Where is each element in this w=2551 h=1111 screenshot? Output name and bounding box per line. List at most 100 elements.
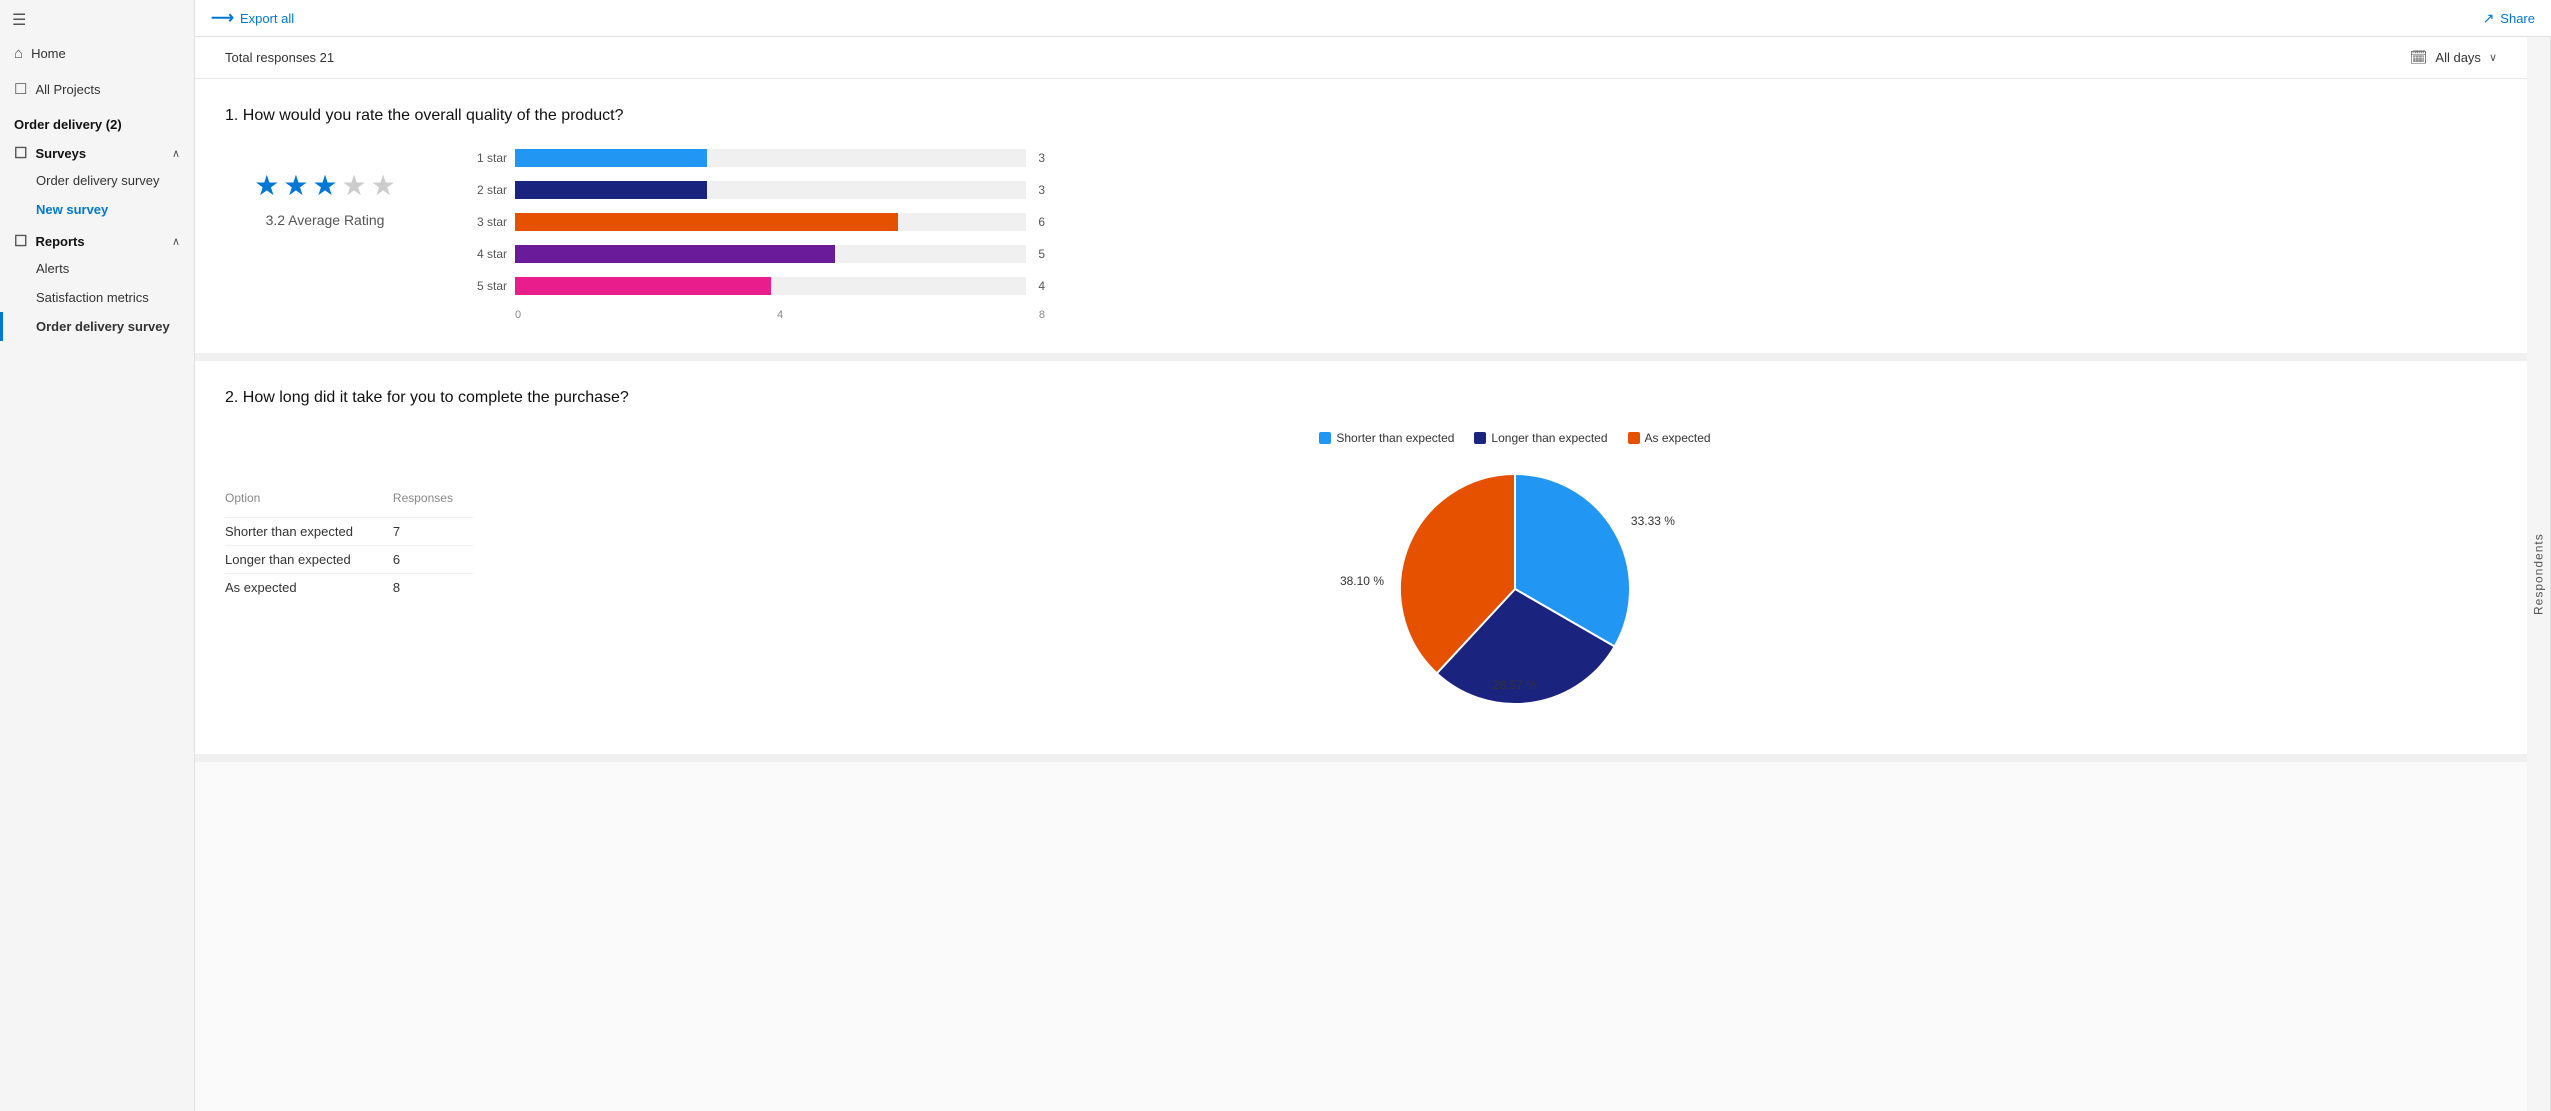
- bar-value: 3: [1038, 183, 1045, 197]
- avg-rating: 3.2 Average Rating: [266, 212, 385, 228]
- content-scroll: Total responses 21 🗓 All days ∨ 1. How w…: [195, 37, 2527, 1111]
- axis-ticks: 0 4 8: [515, 309, 1045, 321]
- rating-section: ★ ★ ★ ★ ★ 3.2 Average Rating: [225, 149, 425, 228]
- bar-label: 2 star: [465, 183, 507, 197]
- pie-row-shorter-option: Shorter than expected: [225, 524, 353, 539]
- sidebar-item-order-delivery-survey-report[interactable]: Order delivery survey: [0, 312, 194, 341]
- sidebar-item-order-delivery-survey-report-label: Order delivery survey: [36, 319, 170, 334]
- bar-fill: [515, 245, 835, 263]
- question-1-block: 1. How would you rate the overall qualit…: [195, 79, 2527, 361]
- sidebar-item-all-projects-label: All Projects: [35, 82, 100, 97]
- pie-row-longer-option: Longer than expected: [225, 552, 353, 567]
- bar-label: 4 star: [465, 247, 507, 261]
- bar-value: 6: [1038, 215, 1045, 229]
- surveys-group-header[interactable]: ☐ Surveys ∧: [0, 136, 194, 166]
- main: ⟶ Export all ↗ Share Total responses 21 …: [195, 0, 2551, 1111]
- bar-chart-container: 1 star 3 2 star 3 3 star 6 4 star 5 5 star 4: [465, 149, 1045, 295]
- calendar-icon: 🗓: [2410, 49, 2428, 66]
- respondents-bar[interactable]: Respondents: [2527, 37, 2551, 1111]
- bar-fill: [515, 181, 707, 199]
- bar-fill: [515, 213, 898, 231]
- bar-row: 1 star 3: [465, 149, 1045, 167]
- pie-col-responses: Responses: [393, 491, 473, 505]
- stars-display: ★ ★ ★ ★ ★: [254, 169, 396, 202]
- bar-value: 5: [1038, 247, 1045, 261]
- sidebar-item-alerts[interactable]: Alerts: [0, 254, 194, 283]
- legend-shorter-label: Shorter than expected: [1336, 431, 1454, 445]
- bar-value: 3: [1038, 151, 1045, 165]
- bar-chart-section: 1 star 3 2 star 3 3 star 6 4 star 5 5 star 4 0 4 …: [465, 149, 1045, 321]
- bar-label: 5 star: [465, 279, 507, 293]
- bar-value: 4: [1038, 279, 1045, 293]
- bar-row: 5 star 4: [465, 277, 1045, 295]
- sidebar-item-new-survey[interactable]: New survey: [0, 195, 194, 224]
- home-icon: ⌂: [14, 45, 23, 62]
- pie-row-as-expected-option: As expected: [225, 580, 353, 595]
- share-button[interactable]: ↗ Share: [2483, 10, 2535, 27]
- star-5: ★: [371, 169, 396, 202]
- reports-group-label: Reports: [35, 234, 84, 249]
- bar-row: 2 star 3: [465, 181, 1045, 199]
- sidebar: ☰ ⌂ Home ☐ All Projects Order delivery (…: [0, 0, 195, 1111]
- reports-group-header[interactable]: ☐ Reports ∧: [0, 224, 194, 254]
- surveys-group-label-wrap: ☐ Surveys: [14, 144, 86, 162]
- sidebar-item-satisfaction-metrics-label: Satisfaction metrics: [36, 290, 149, 305]
- legend-dot-shorter: [1319, 432, 1331, 444]
- pie-legend: Shorter than expected Longer than expect…: [1319, 431, 1710, 445]
- sidebar-item-all-projects[interactable]: ☐ All Projects: [0, 71, 194, 107]
- surveys-group-label: Surveys: [35, 146, 86, 161]
- sidebar-item-order-delivery-survey[interactable]: Order delivery survey: [0, 166, 194, 195]
- surveys-icon: ☐: [14, 144, 27, 162]
- bar-row: 3 star 6: [465, 213, 1045, 231]
- chevron-down-icon: ∨: [2489, 51, 2497, 64]
- legend-as-expected: As expected: [1628, 431, 1711, 445]
- pie-row-as-expected: As expected 8: [225, 573, 473, 601]
- axis-tick-0: 0: [515, 309, 521, 321]
- sidebar-section-title: Order delivery (2): [0, 107, 194, 136]
- pie-row-longer: Longer than expected 6: [225, 545, 473, 573]
- bar-track: [515, 149, 1026, 167]
- sidebar-top: ☰: [0, 0, 194, 36]
- star-1: ★: [254, 169, 279, 202]
- filter-days-dropdown[interactable]: 🗓 All days ∨: [2410, 49, 2497, 66]
- filter-bar: Total responses 21 🗓 All days ∨: [195, 37, 2527, 79]
- bar-row: 4 star 5: [465, 245, 1045, 263]
- bar-label: 1 star: [465, 151, 507, 165]
- sidebar-item-home-label: Home: [31, 46, 66, 61]
- question-1-content: ★ ★ ★ ★ ★ 3.2 Average Rating 1 star32 st…: [225, 149, 2497, 321]
- hamburger-icon[interactable]: ☰: [12, 10, 26, 30]
- star-4: ★: [342, 169, 367, 202]
- content-area: Total responses 21 🗓 All days ∨ 1. How w…: [195, 37, 2551, 1111]
- axis-tick-8: 8: [1039, 309, 1045, 321]
- pie-table-header: Option Responses: [225, 491, 473, 509]
- bar-label: 3 star: [465, 215, 507, 229]
- sidebar-item-satisfaction-metrics[interactable]: Satisfaction metrics: [0, 283, 194, 312]
- pie-table: Option Responses Shorter than expected 7…: [225, 431, 473, 601]
- star-2: ★: [283, 169, 308, 202]
- pie-chart-wrapper: Shorter than expected Longer than expect…: [533, 431, 2497, 722]
- filter-days-label: All days: [2435, 50, 2481, 65]
- export-button[interactable]: ⟶ Export all: [211, 8, 294, 28]
- bar-track: [515, 213, 1026, 231]
- bar-axis: 0 4 8: [515, 309, 1045, 321]
- pie-chart-svg-wrapper: 33.33 % 28.57 % 38.10 %: [1385, 459, 1645, 722]
- sidebar-item-order-delivery-survey-label: Order delivery survey: [36, 173, 160, 188]
- star-3: ★: [312, 169, 337, 202]
- bar-track: [515, 181, 1026, 199]
- export-icon: ⟶: [211, 8, 234, 28]
- reports-icon: ☐: [14, 232, 27, 250]
- share-label: Share: [2500, 11, 2535, 26]
- legend-longer: Longer than expected: [1474, 431, 1607, 445]
- surveys-chevron: ∧: [172, 147, 180, 160]
- bar-fill: [515, 277, 771, 295]
- pie-row-shorter-responses: 7: [393, 524, 473, 539]
- pie-row-longer-responses: 6: [393, 552, 473, 567]
- pie-label-longer: 28.57 %: [1493, 678, 1537, 692]
- pie-row-as-expected-responses: 8: [393, 580, 473, 595]
- share-icon: ↗: [2483, 10, 2495, 27]
- sidebar-item-home[interactable]: ⌂ Home: [0, 36, 194, 71]
- projects-icon: ☐: [14, 80, 27, 98]
- legend-dot-as-expected: [1628, 432, 1640, 444]
- sidebar-item-new-survey-label: New survey: [36, 202, 108, 217]
- sidebar-item-alerts-label: Alerts: [36, 261, 69, 276]
